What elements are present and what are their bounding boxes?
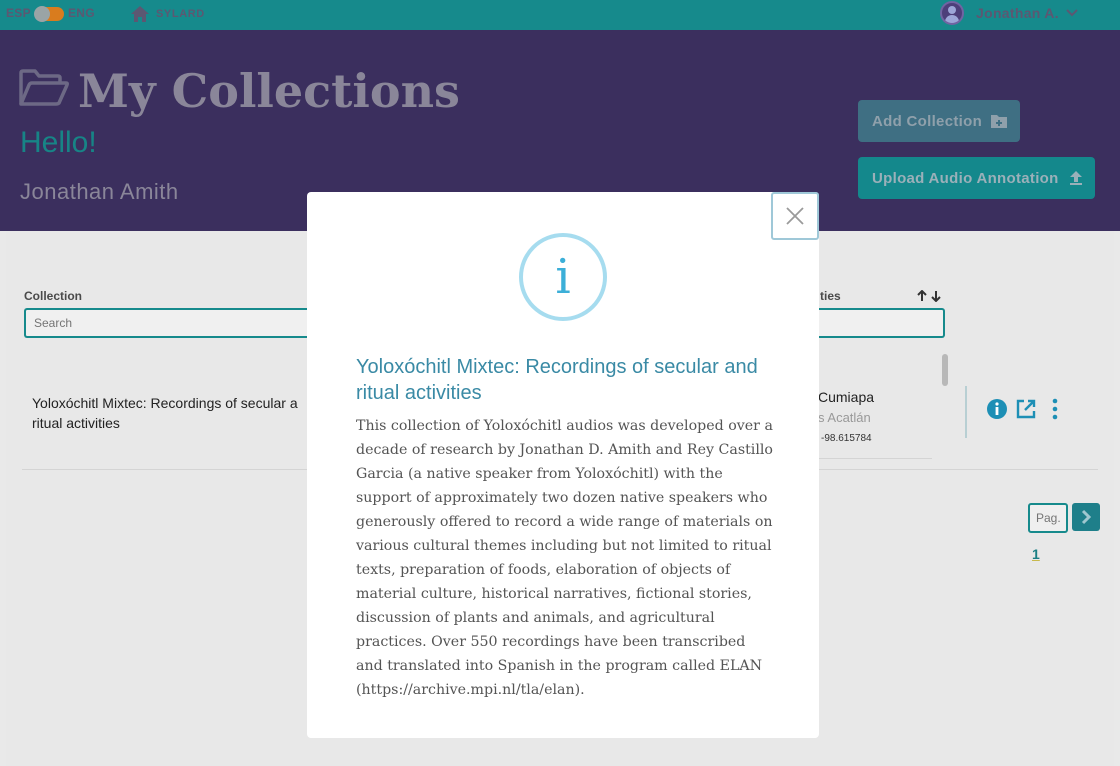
- home-icon: [131, 6, 149, 22]
- modal-description: This collection of Yoloxóchitl audios wa…: [356, 418, 773, 698]
- chevron-down-icon: [1066, 9, 1078, 17]
- modal-title: Yoloxóchitl Mixtec: Recordings of secula…: [356, 356, 758, 404]
- info-icon: i: [519, 233, 607, 321]
- home-link[interactable]: SYLARD: [130, 3, 205, 25]
- user-menu[interactable]: Jonathan A.: [940, 1, 1079, 25]
- close-button[interactable]: [771, 192, 819, 240]
- user-avatar-icon: [940, 1, 964, 25]
- language-toggle-knob: [34, 6, 50, 22]
- top-bar: ESP ENG SYLARD Jonathan A.: [0, 0, 1120, 30]
- language-eng-label[interactable]: ENG: [68, 6, 95, 20]
- language-esp-label[interactable]: ESP: [6, 6, 31, 20]
- svg-text:i: i: [555, 249, 570, 305]
- language-toggle[interactable]: [34, 6, 64, 22]
- close-icon: [786, 207, 804, 225]
- user-menu-name: Jonathan A.: [976, 5, 1059, 21]
- collection-info-modal: i Yoloxóchitl Mixtec: Recordings of secu…: [307, 192, 819, 738]
- home-label: SYLARD: [156, 8, 205, 20]
